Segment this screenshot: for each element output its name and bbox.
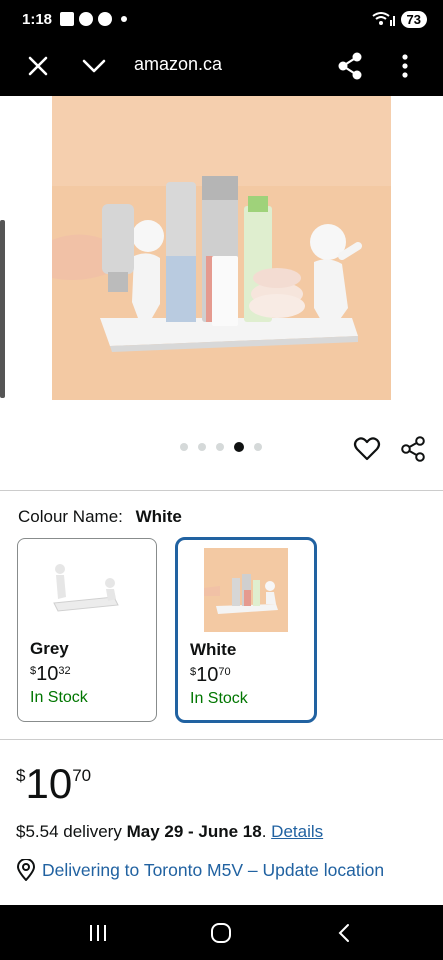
system-navigation-bar <box>0 905 443 960</box>
recent-apps-icon[interactable] <box>86 922 110 944</box>
delivery-info: $5.54 delivery May 29 - June 18. Details <box>16 822 323 842</box>
option-price: $1032 <box>30 663 71 686</box>
scroll-edge-indicator <box>0 220 5 398</box>
carousel-dot[interactable] <box>216 443 224 451</box>
option-price-currency: $ <box>30 665 37 677</box>
wifi-signal-icon <box>371 12 395 26</box>
delivery-location-link[interactable]: Delivering to Toronto M5V – Update locat… <box>42 860 384 881</box>
price-fraction: 70 <box>72 766 92 785</box>
colour-option-grey[interactable]: Grey $1032 In Stock <box>17 538 157 722</box>
grey-variant-thumbnail <box>44 547 128 631</box>
share-icon[interactable] <box>336 50 364 82</box>
product-image[interactable] <box>52 96 391 400</box>
delivery-details-link[interactable]: Details <box>271 822 323 841</box>
url-text[interactable]: amazon.ca <box>134 54 222 75</box>
option-price-whole: 10 <box>196 664 219 686</box>
browser-toolbar: amazon.ca <box>0 38 443 96</box>
delivery-fee: $5.54 delivery <box>16 822 122 841</box>
partially-visible-stock-line <box>16 897 96 905</box>
product-photo-illustration <box>52 96 391 400</box>
price-whole: 10 <box>25 760 73 807</box>
carousel-dot[interactable] <box>254 443 262 451</box>
delivery-location-row[interactable]: Delivering to Toronto M5V – Update locat… <box>16 859 384 881</box>
colour-name-row: Colour Name: White <box>18 507 182 527</box>
delivery-dates: May 29 - June 18 <box>126 822 262 841</box>
calendar-notification-icon <box>60 12 75 26</box>
divider <box>0 490 443 491</box>
option-name: White <box>190 640 237 659</box>
option-stock-status: In Stock <box>30 689 88 706</box>
more-notifications-dot-icon <box>121 16 128 22</box>
home-icon[interactable] <box>209 922 233 944</box>
image-carousel-dots[interactable] <box>180 442 262 452</box>
colour-name-value: White <box>135 507 182 526</box>
location-pin-icon <box>16 859 36 881</box>
product-price: $1070 <box>16 760 91 808</box>
option-price-whole: 10 <box>36 663 59 685</box>
battery-indicator: 73 <box>400 10 427 28</box>
option-price-fraction: 70 <box>218 666 231 678</box>
colour-option-white[interactable]: White $1070 In Stock <box>175 537 317 723</box>
price-currency: $ <box>16 766 26 785</box>
messenger-notification-icon-2 <box>98 12 113 26</box>
heart-icon[interactable] <box>353 435 381 463</box>
option-price-fraction: 32 <box>58 665 71 677</box>
option-price-currency: $ <box>190 666 197 678</box>
carousel-dot[interactable] <box>180 443 188 451</box>
messenger-notification-icon <box>79 12 94 26</box>
option-stock-status: In Stock <box>190 690 248 707</box>
status-time: 1:18 <box>22 10 53 28</box>
share-icon[interactable] <box>400 435 426 463</box>
divider <box>0 739 443 740</box>
chevron-down-icon[interactable] <box>80 52 108 80</box>
status-bar: 1:18 73 <box>0 0 443 38</box>
option-name: Grey <box>30 639 69 658</box>
option-price: $1070 <box>190 664 231 687</box>
carousel-dot-active[interactable] <box>234 442 244 452</box>
colour-name-label: Colour Name: <box>18 507 123 526</box>
white-variant-thumbnail <box>204 548 288 632</box>
more-options-icon[interactable] <box>393 50 417 82</box>
close-icon[interactable] <box>24 52 52 80</box>
carousel-dot[interactable] <box>198 443 206 451</box>
back-icon[interactable] <box>333 922 357 944</box>
delivery-period: . <box>261 822 267 841</box>
